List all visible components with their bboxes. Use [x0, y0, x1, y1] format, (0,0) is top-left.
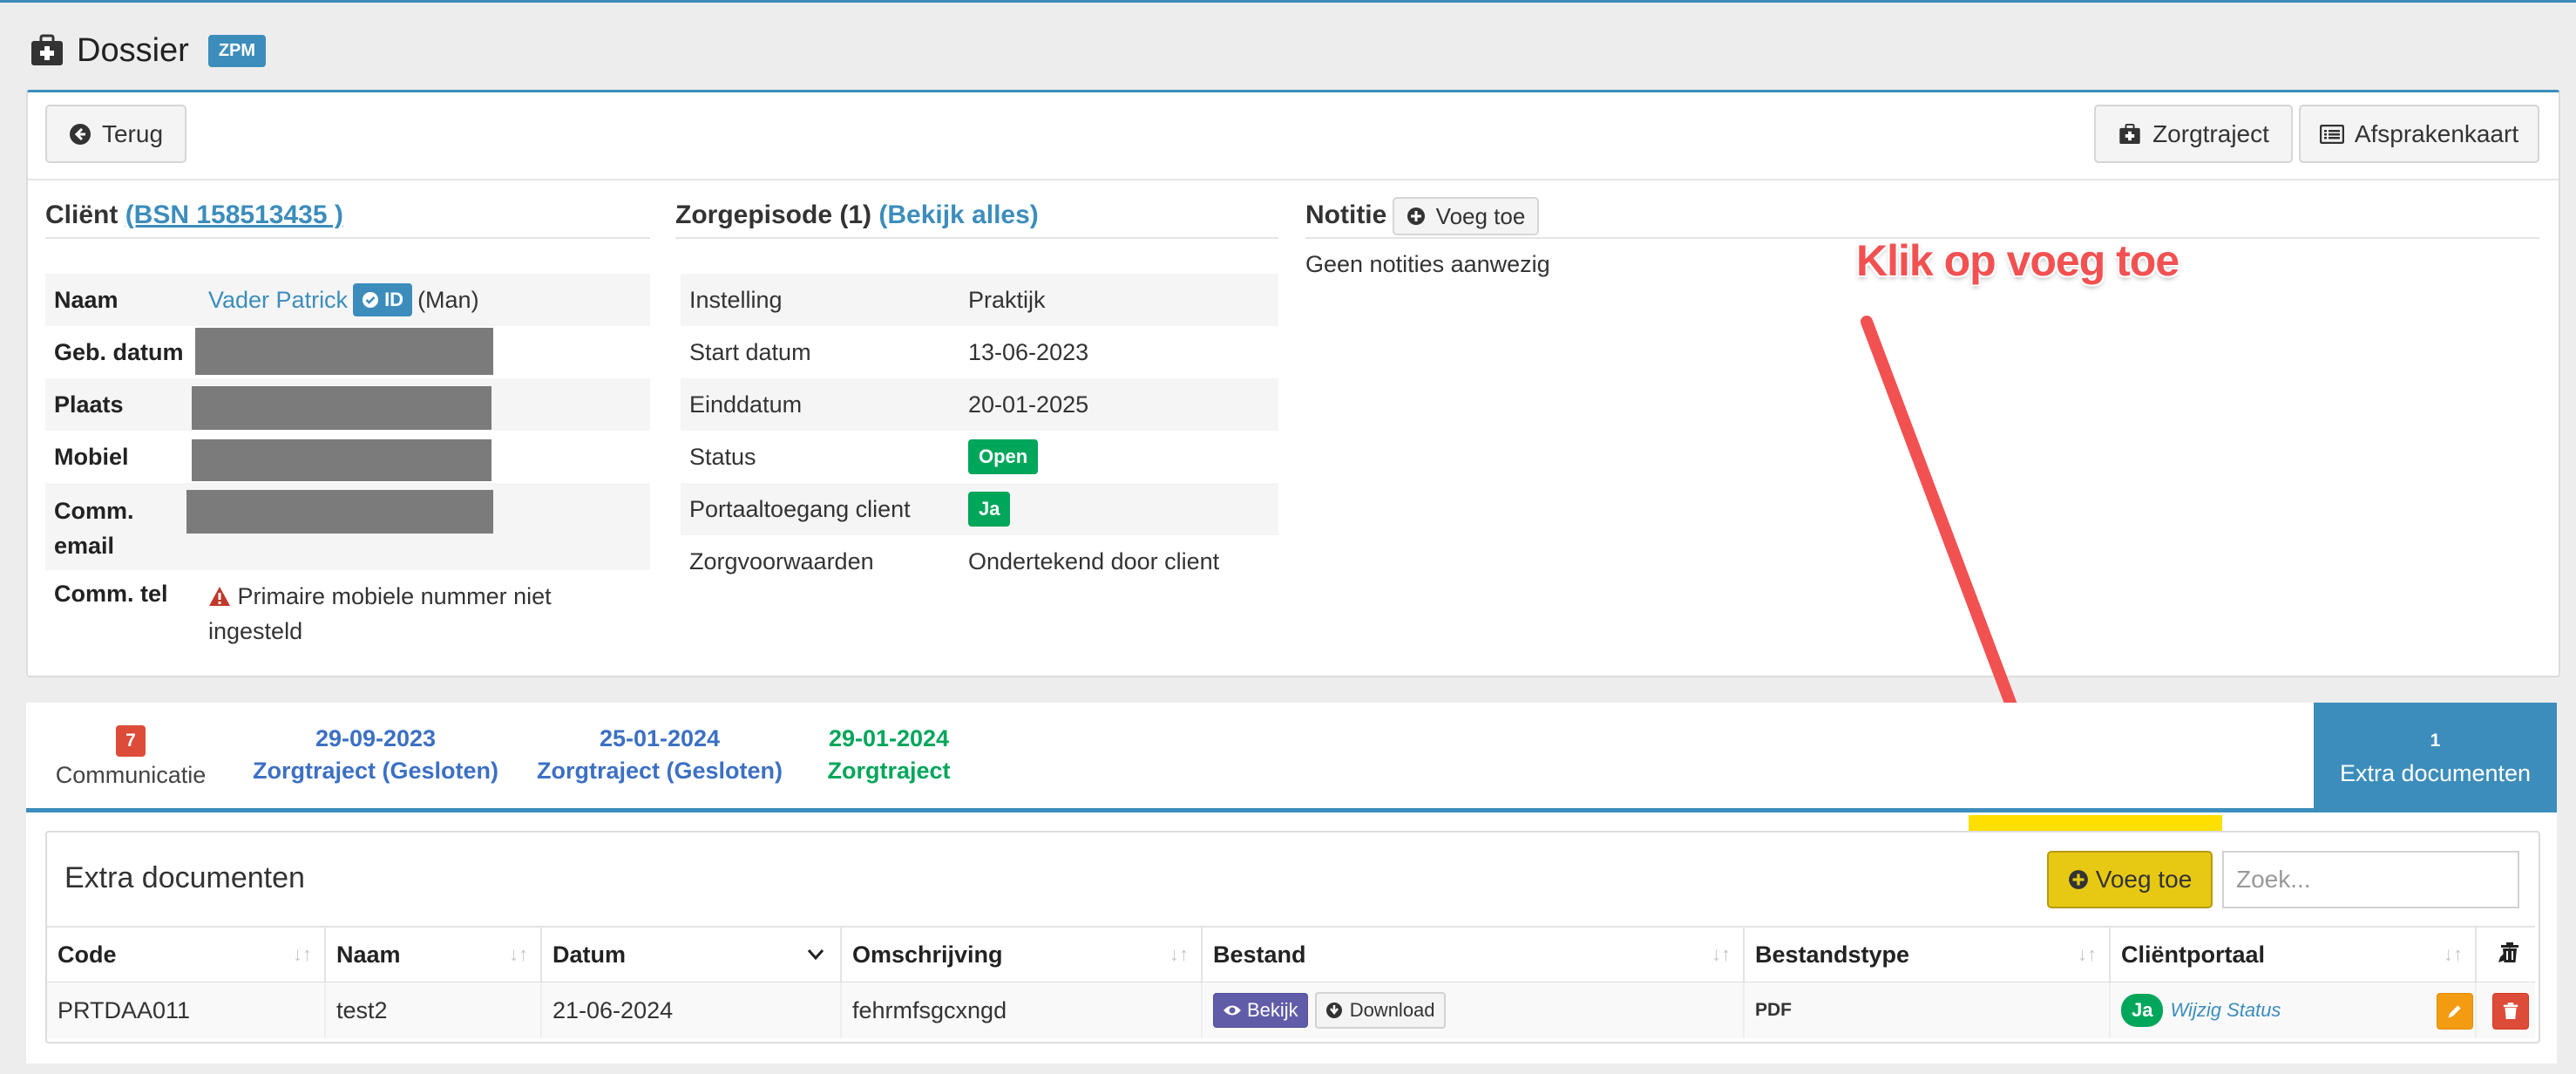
tab-communicatie[interactable]: 7 Communicatie — [42, 725, 220, 789]
redacted-mobiel — [192, 439, 491, 481]
client-row-tel: Comm. tel Primaire mobiele nummer niet i… — [45, 575, 650, 649]
episode-title-underline — [675, 237, 1278, 239]
plus-circle-icon — [1407, 207, 1425, 225]
medical-kit-icon — [31, 34, 63, 65]
notes-section-title: Notitie — [1305, 201, 1387, 229]
cell-naam: test2 — [326, 982, 542, 1038]
mobiel-label: Mobiel — [54, 443, 129, 470]
annotation-text: Klik op voeg toe — [1856, 236, 2179, 285]
redacted-plaats — [192, 386, 491, 430]
afsprakenkaart-button[interactable]: Afsprakenkaart — [2299, 105, 2539, 163]
tel-warning: Primaire mobiele nummer niet ingesteld — [208, 583, 552, 644]
zorgtraject-button[interactable]: Zorgtraject — [2094, 105, 2293, 163]
page-header: Dossier ZPM — [30, 24, 267, 77]
episode-row: Zorgvoorwaarden Ondertekend door client — [689, 547, 1220, 574]
trash-icon — [2501, 942, 2518, 962]
toolbar-divider — [28, 179, 2559, 180]
episode-row: Status Open — [681, 431, 1278, 483]
status-open-badge: Open — [968, 439, 1039, 474]
tab-zorgtraject-2[interactable]: 25-01-2024 Zorgtraject (Gesloten) — [533, 725, 786, 785]
back-button[interactable]: Terug — [45, 105, 186, 163]
arrow-left-circle-icon — [69, 123, 91, 145]
download-circle-icon — [1325, 1003, 1342, 1018]
eye-icon — [1224, 1005, 1241, 1016]
episode-row: Einddatum 20-01-2025 — [681, 378, 1278, 431]
id-badge[interactable]: ID — [353, 283, 413, 316]
redacted-email — [186, 490, 493, 534]
tab-zorgtraject-3[interactable]: 29-01-2024 Zorgtraject — [810, 725, 967, 785]
medical-kit-icon — [2119, 123, 2140, 144]
email-label: Comm. email — [54, 498, 134, 559]
communication-count-badge: 7 — [116, 725, 146, 757]
documents-search-input[interactable] — [2222, 851, 2519, 908]
column-header-bestandstype[interactable]: Bestandstype ↓↑ — [1745, 928, 2111, 982]
tel-label: Comm. tel — [54, 581, 168, 607]
zpm-badge: ZPM — [207, 34, 267, 67]
table-row: PRTDAA011 test2 21-06-2024 fehrmfsgcxngd… — [47, 982, 2535, 1038]
page-title: Dossier — [77, 31, 189, 69]
cell-clientportaal: Ja Wijzig Status — [2111, 982, 2477, 1038]
cell-bestand: Bekijk Download — [1203, 982, 1745, 1038]
check-circle-icon — [363, 292, 379, 308]
sort-icon: ↓↑ — [509, 943, 528, 965]
list-alt-icon — [2319, 124, 2344, 144]
notes-empty-text: Geen notities aanwezig — [1305, 251, 1550, 277]
portal-access-badge: Ja — [968, 492, 1011, 527]
tab-extra-documenten[interactable]: 1 Extra documenten — [2314, 703, 2557, 812]
trash-icon — [2503, 1003, 2518, 1019]
gender-text: (Man) — [417, 286, 479, 313]
episode-row: Start datum 13-06-2023 — [689, 338, 1089, 365]
column-header-datum[interactable]: Datum — [542, 928, 842, 982]
sort-icon: ↓↑ — [1169, 943, 1189, 965]
naam-label: Naam — [54, 286, 119, 313]
add-document-button[interactable]: Voeg toe — [2047, 851, 2213, 908]
cell-datum: 21-06-2024 — [542, 982, 842, 1038]
client-section-title: Cliënt (BSN 158513435 ) — [45, 201, 343, 229]
plus-circle-icon — [2068, 870, 2088, 889]
documents-table-header: Code ↓↑ Naam ↓↑ Datum Omschrijving ↓↑ Besta… — [47, 926, 2535, 984]
documents-title: Extra documenten — [64, 861, 305, 894]
plaats-label: Plaats — [54, 391, 124, 418]
episode-row: Instelling Praktijk — [681, 274, 1278, 326]
column-header-omschrijving[interactable]: Omschrijving ↓↑ — [842, 928, 1203, 982]
tab-zorgtraject-1[interactable]: 29-09-2023 Zorgtraject (Gesloten) — [249, 725, 502, 785]
edit-document-button[interactable] — [2437, 993, 2473, 1030]
add-note-button[interactable]: Voeg toe — [1393, 197, 1539, 235]
pencil-icon — [2448, 1005, 2461, 1018]
client-title-underline — [45, 237, 650, 239]
client-row-naam: Naam Vader Patrick ID (Man) — [45, 274, 650, 326]
bsn-link[interactable]: (BSN 158513435 ) — [125, 201, 343, 229]
client-name-link[interactable]: Vader Patrick — [208, 287, 348, 314]
sort-icon: ↓↑ — [2444, 943, 2463, 965]
cell-omschrijving: fehrmfsgcxngd — [842, 982, 1203, 1038]
column-header-naam[interactable]: Naam ↓↑ — [326, 928, 542, 982]
naam-value-wrap: Vader Patrick ID (Man) — [208, 283, 479, 316]
column-header-bestand[interactable]: Bestand ↓↑ — [1203, 928, 1745, 982]
top-accent-line — [0, 0, 2576, 3]
column-header-code[interactable]: Code ↓↑ — [47, 928, 326, 982]
episode-view-all-link[interactable]: (Bekijk alles) — [878, 201, 1038, 229]
warning-icon — [209, 587, 230, 606]
column-header-clientportaal[interactable]: Cliëntportaal ↓↑ — [2111, 928, 2477, 982]
back-button-label: Terug — [101, 119, 164, 147]
sort-desc-icon — [807, 949, 824, 961]
geb-label: Geb. datum — [54, 338, 184, 365]
sort-icon: ↓↑ — [1712, 943, 1731, 965]
change-status-link[interactable]: Wijzig Status — [2170, 999, 2281, 1022]
view-file-button[interactable]: Bekijk — [1213, 993, 1308, 1028]
sort-icon: ↓↑ — [2078, 943, 2097, 965]
cell-bestandstype: PDF — [1745, 982, 2111, 1038]
afsprakenkaart-button-label: Afsprakenkaart — [2354, 119, 2519, 147]
portal-status-badge: Ja — [2121, 994, 2164, 1027]
delete-document-button[interactable] — [2492, 993, 2529, 1030]
episode-section-title: Zorgepisode (1) (Bekijk alles) — [675, 201, 1039, 229]
download-file-button[interactable]: Download — [1314, 992, 1446, 1029]
episode-row: Portaaltoegang client Ja — [681, 483, 1278, 535]
sort-icon: ↓↑ — [293, 943, 312, 965]
cell-code: PRTDAA011 — [47, 982, 326, 1038]
redacted-birthdate — [195, 328, 493, 375]
zorgtraject-button-label: Zorgtraject — [2152, 119, 2269, 147]
